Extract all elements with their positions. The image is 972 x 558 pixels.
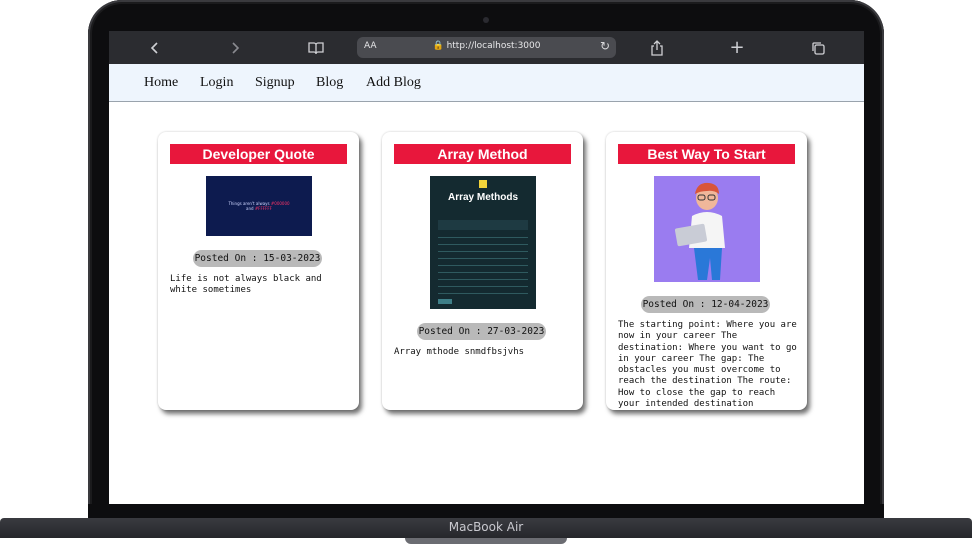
card-image: [654, 176, 760, 282]
url-value: http://localhost:3000: [446, 41, 541, 51]
nav-login[interactable]: Login: [200, 75, 233, 91]
code-lines: [438, 234, 528, 294]
back-icon[interactable]: [146, 39, 164, 57]
url-text: 🔒 http://localhost:3000: [432, 41, 541, 51]
code-block: [438, 220, 528, 230]
posted-badge: Posted On : 12-04-2023: [641, 296, 770, 313]
card-title[interactable]: Array Method: [394, 144, 571, 164]
nav-home[interactable]: Home: [144, 75, 178, 91]
posted-badge: Posted On : 27-03-2023: [417, 323, 546, 340]
blog-card[interactable]: Array Method Array Methods Posted On : 2…: [382, 132, 583, 410]
card-image: Things aren't always #000000 and #FFFFFF: [206, 176, 312, 236]
share-icon[interactable]: [648, 39, 666, 57]
nav-signup[interactable]: Signup: [255, 75, 295, 91]
image-heading: Array Methods: [447, 192, 518, 203]
card-description: Array mthode snmdfbsjvhs: [394, 347, 525, 357]
code-logo-icon: [438, 299, 452, 304]
js-logo-icon: [479, 180, 487, 188]
reload-icon[interactable]: ↻: [600, 39, 610, 53]
address-bar[interactable]: AA 🔒 http://localhost:3000 ↻: [357, 37, 616, 58]
forward-icon[interactable]: [226, 39, 244, 57]
card-description: The starting point: Where you are now in…: [618, 320, 797, 410]
browser-toolbar: AA 🔒 http://localhost:3000 ↻ +: [109, 31, 864, 64]
card-title[interactable]: Best Way To Start: [618, 144, 795, 164]
nav-blog[interactable]: Blog: [316, 75, 343, 91]
device-brand: MacBook Air: [448, 520, 524, 534]
new-tab-icon[interactable]: +: [728, 39, 746, 57]
blog-card[interactable]: Developer Quote Things aren't always #00…: [158, 132, 359, 410]
screen: AA 🔒 http://localhost:3000 ↻ + Home Logi…: [109, 31, 864, 504]
book-icon[interactable]: [307, 39, 325, 57]
card-description: Life is not always black and white somet…: [170, 274, 322, 296]
blog-card[interactable]: Best Way To Start Posted On : 12-04-2023…: [606, 132, 807, 410]
base-notch: [405, 538, 567, 544]
nav-add-blog[interactable]: Add Blog: [366, 75, 421, 91]
tabs-icon[interactable]: [809, 39, 827, 57]
camera-icon: [483, 17, 489, 23]
site-navbar: Home Login Signup Blog Add Blog: [109, 64, 864, 102]
person-illustration-icon: [674, 182, 725, 280]
card-image: Array Methods: [430, 176, 536, 309]
posted-badge: Posted On : 15-03-2023: [193, 250, 322, 267]
image-caption: Things aren't always #000000 and #FFFFFF: [228, 201, 290, 211]
card-title[interactable]: Developer Quote: [170, 144, 347, 164]
